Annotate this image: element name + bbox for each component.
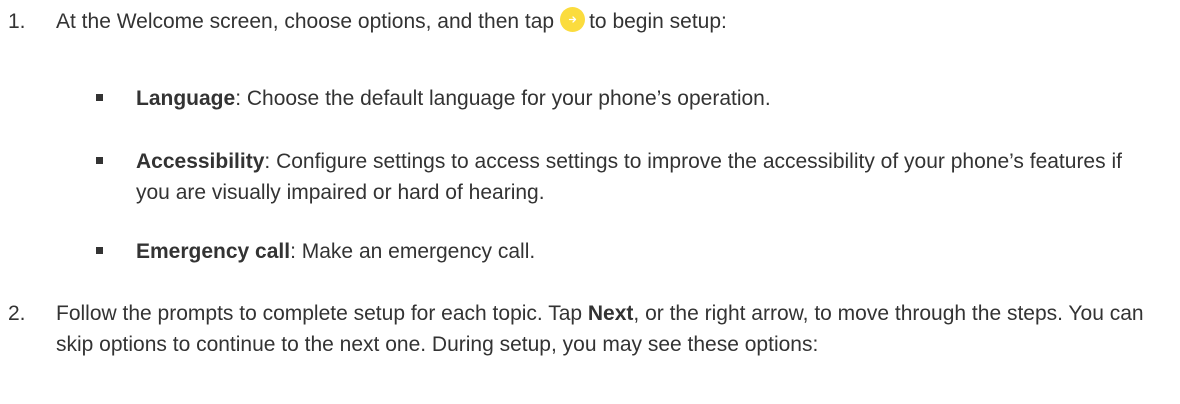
document-page: 1. At the Welcome screen, choose options… <box>0 0 1180 404</box>
list-item-language: Language: Choose the default language fo… <box>96 83 1156 114</box>
step-text: At the Welcome screen, choose options, a… <box>56 6 1168 37</box>
list-item-emergency-call: Emergency call: Make an emergency call. <box>96 236 1156 267</box>
option-term: Emergency call <box>136 240 291 263</box>
arrow-right-icon <box>560 7 586 32</box>
bullet-square-icon <box>96 236 136 267</box>
list-item-text: Language: Choose the default language fo… <box>136 83 1156 114</box>
list-item-text: Emergency call: Make an emergency call. <box>136 236 1156 267</box>
step-text-part1: Follow the prompts to complete setup for… <box>56 302 588 325</box>
step-1: 1. At the Welcome screen, choose options… <box>8 6 1168 37</box>
list-item-accessibility: Accessibility: Configure settings to acc… <box>96 146 1156 208</box>
step-text: Follow the prompts to complete setup for… <box>56 298 1168 360</box>
option-description: : Configure settings to access settings … <box>136 150 1122 204</box>
step-2: 2. Follow the prompts to complete setup … <box>8 298 1168 360</box>
step-text-before-icon: At the Welcome screen, choose options, a… <box>56 10 555 33</box>
next-keyword: Next <box>587 302 634 325</box>
bullet-square-icon <box>96 146 136 177</box>
option-description: : Make an emergency call. <box>290 240 536 263</box>
option-description: : Choose the default language for your p… <box>235 87 771 110</box>
list-item-text: Accessibility: Configure settings to acc… <box>136 146 1156 208</box>
bullet-square-icon <box>96 83 136 114</box>
step-number: 2. <box>8 302 26 325</box>
step-text-after-icon: to begin setup: <box>589 10 727 33</box>
option-term: Accessibility <box>136 150 265 173</box>
step-number: 1. <box>8 10 26 33</box>
option-term: Language <box>136 87 236 110</box>
